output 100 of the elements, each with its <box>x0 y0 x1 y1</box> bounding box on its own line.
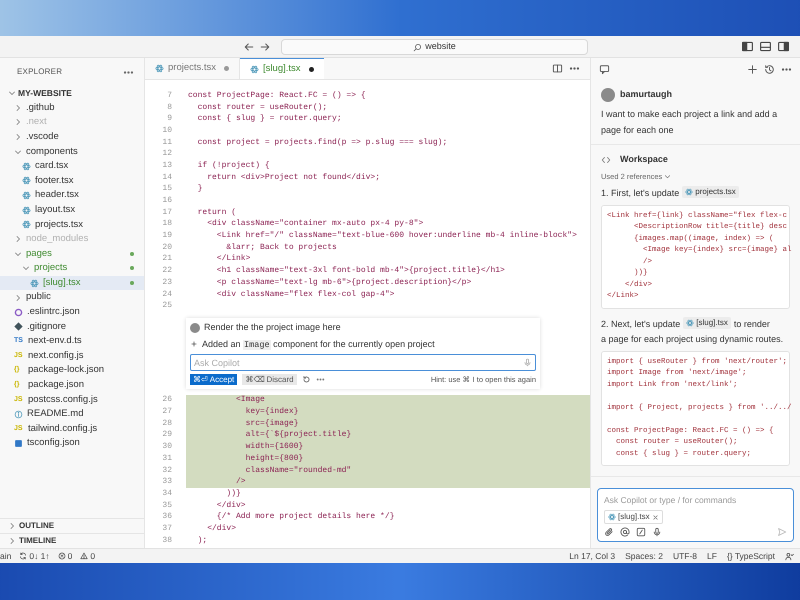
account-icon[interactable] <box>785 552 794 560</box>
status-item[interactable]: Ln 17, Col 3 <box>569 550 616 562</box>
line-number: 14 <box>161 172 172 184</box>
file-item[interactable]: header.tsx <box>0 188 144 203</box>
file-item[interactable]: card.tsx <box>0 158 144 174</box>
code-line: const ProjectPage: React.FC = () => { <box>188 90 366 102</box>
prompt-text: Render the the project image here <box>204 321 341 334</box>
code-line: const { slug } = router.query; <box>196 113 342 126</box>
secondary-sidebar-layout-icon[interactable] <box>777 40 790 53</box>
plus-icon[interactable] <box>747 64 758 74</box>
slash-command-icon[interactable] <box>636 527 646 537</box>
back-arrow-icon[interactable] <box>243 41 255 53</box>
chat-icon[interactable] <box>599 64 610 74</box>
split-editor-icon[interactable] <box>552 63 563 74</box>
sparkle-icon <box>190 340 198 348</box>
code-line-area: {/* Add more project details here */} <box>186 511 590 524</box>
folder-item[interactable]: .github <box>0 100 144 116</box>
error-icon <box>58 552 66 560</box>
mention-icon[interactable] <box>620 527 630 537</box>
author-name: bamurtaugh <box>620 88 672 102</box>
file-item[interactable]: .gitignore <box>0 320 144 334</box>
step-text: 2. Next, let's update <box>601 318 680 329</box>
code-line-area: ))} <box>186 488 590 500</box>
code-line: if (!project) { <box>196 160 270 172</box>
chat-input-field[interactable]: Ask Copilot or type / for commands <box>604 494 787 507</box>
status-item[interactable]: {} TypeScript <box>726 550 775 562</box>
file-item[interactable]: [slug].tsx <box>0 276 144 290</box>
line-number: 25 <box>161 300 172 312</box>
status-item[interactable]: ain <box>0 550 12 562</box>
line-number: 31 <box>161 452 172 465</box>
atom-icon <box>686 318 694 327</box>
file-reference[interactable]: [slug].tsx <box>683 316 731 329</box>
line-number: 8 <box>166 102 172 114</box>
folder-item[interactable]: public <box>0 290 144 305</box>
code-line-area: ); <box>186 534 590 546</box>
folder-item[interactable]: projects <box>0 261 144 276</box>
microphone-icon[interactable] <box>652 527 662 537</box>
step-text: 1. First, let's update <box>601 188 680 198</box>
file-item[interactable]: layout.tsx <box>0 202 144 218</box>
line-number: 24 <box>161 288 172 301</box>
avatar-icon <box>601 88 615 102</box>
code-line: <div className="flex flex-col gap-4"> <box>216 288 394 301</box>
code-line-area: </div> <box>186 500 590 512</box>
status-item[interactable]: UTF-8 <box>672 550 698 562</box>
step-text: a page for each project using dynamic routes. <box>601 332 784 346</box>
author-name: Workspace <box>620 153 668 166</box>
line-number: 35 <box>161 500 172 512</box>
sidebar-layout-icon[interactable] <box>741 40 754 53</box>
file-item[interactable]: footer.tsx <box>0 174 144 188</box>
line-number: 20 <box>161 242 172 254</box>
status-item[interactable]: Spaces: 2 <box>625 550 663 562</box>
file-item[interactable]: projects.tsx <box>0 217 144 232</box>
avatar-icon <box>190 322 200 333</box>
square-icon <box>14 439 23 448</box>
line-number: 38 <box>161 534 172 547</box>
code-icon <box>601 154 611 165</box>
line-number: 34 <box>161 488 172 500</box>
undo-icon[interactable] <box>302 375 311 384</box>
chevron-icon <box>664 172 672 180</box>
tree-root-item[interactable]: MY-WEBSITE <box>0 86 144 101</box>
status-item[interactable]: 0 <box>58 550 72 562</box>
status-item[interactable]: 0↓ 1↑ <box>19 550 50 562</box>
line-number: 36 <box>161 511 172 524</box>
ask-field[interactable]: Ask Copilot <box>190 354 536 372</box>
history-icon[interactable] <box>764 64 775 74</box>
status-item[interactable]: LF <box>707 550 717 562</box>
search-field[interactable]: website <box>281 39 588 55</box>
forward-arrow-icon[interactable] <box>259 41 271 53</box>
code-line: } <box>196 183 202 196</box>
file-item[interactable]: README.md <box>0 407 144 422</box>
file-reference[interactable]: projects.tsx <box>682 186 739 198</box>
line-number: 19 <box>161 230 172 242</box>
line-number: 16 <box>161 195 172 208</box>
line-number: 30 <box>161 441 172 454</box>
file-item[interactable]: .eslintrc.json <box>0 304 144 320</box>
accept-button[interactable]: ⌘⏎ Accept <box>190 374 238 386</box>
section-header[interactable]: OUTLINE <box>0 518 144 533</box>
atom-icon <box>685 188 694 196</box>
folder-item[interactable]: pages <box>0 246 144 262</box>
line-number: 28 <box>161 418 172 430</box>
line-number: 22 <box>161 265 172 278</box>
line-number: 29 <box>161 429 172 442</box>
code-line: &larr; Back to projects <box>225 242 337 254</box>
line-number: 23 <box>161 276 172 289</box>
paperclip-icon[interactable] <box>604 527 614 537</box>
panel-layout-icon[interactable] <box>759 40 772 53</box>
line-number: 18 <box>161 218 172 230</box>
step-text: to render <box>734 318 770 329</box>
status-item[interactable]: 0 <box>80 550 96 562</box>
explorer-title: EXPLORER <box>17 66 62 78</box>
folder-item[interactable]: components <box>0 144 144 159</box>
editor-tab[interactable]: [slug].tsx <box>240 58 324 79</box>
close-icon[interactable] <box>652 514 659 520</box>
discard-button[interactable]: ⌘⌫ Discard <box>242 374 297 386</box>
file-item[interactable]: tsconfig.json <box>0 436 144 451</box>
code-line: const router = useRouter(); <box>196 102 328 114</box>
search-icon <box>413 42 422 52</box>
line-number: 13 <box>161 160 172 172</box>
folder-item[interactable]: .vscode <box>0 130 144 144</box>
attachment-chip[interactable]: [slug].tsx <box>604 510 663 524</box>
